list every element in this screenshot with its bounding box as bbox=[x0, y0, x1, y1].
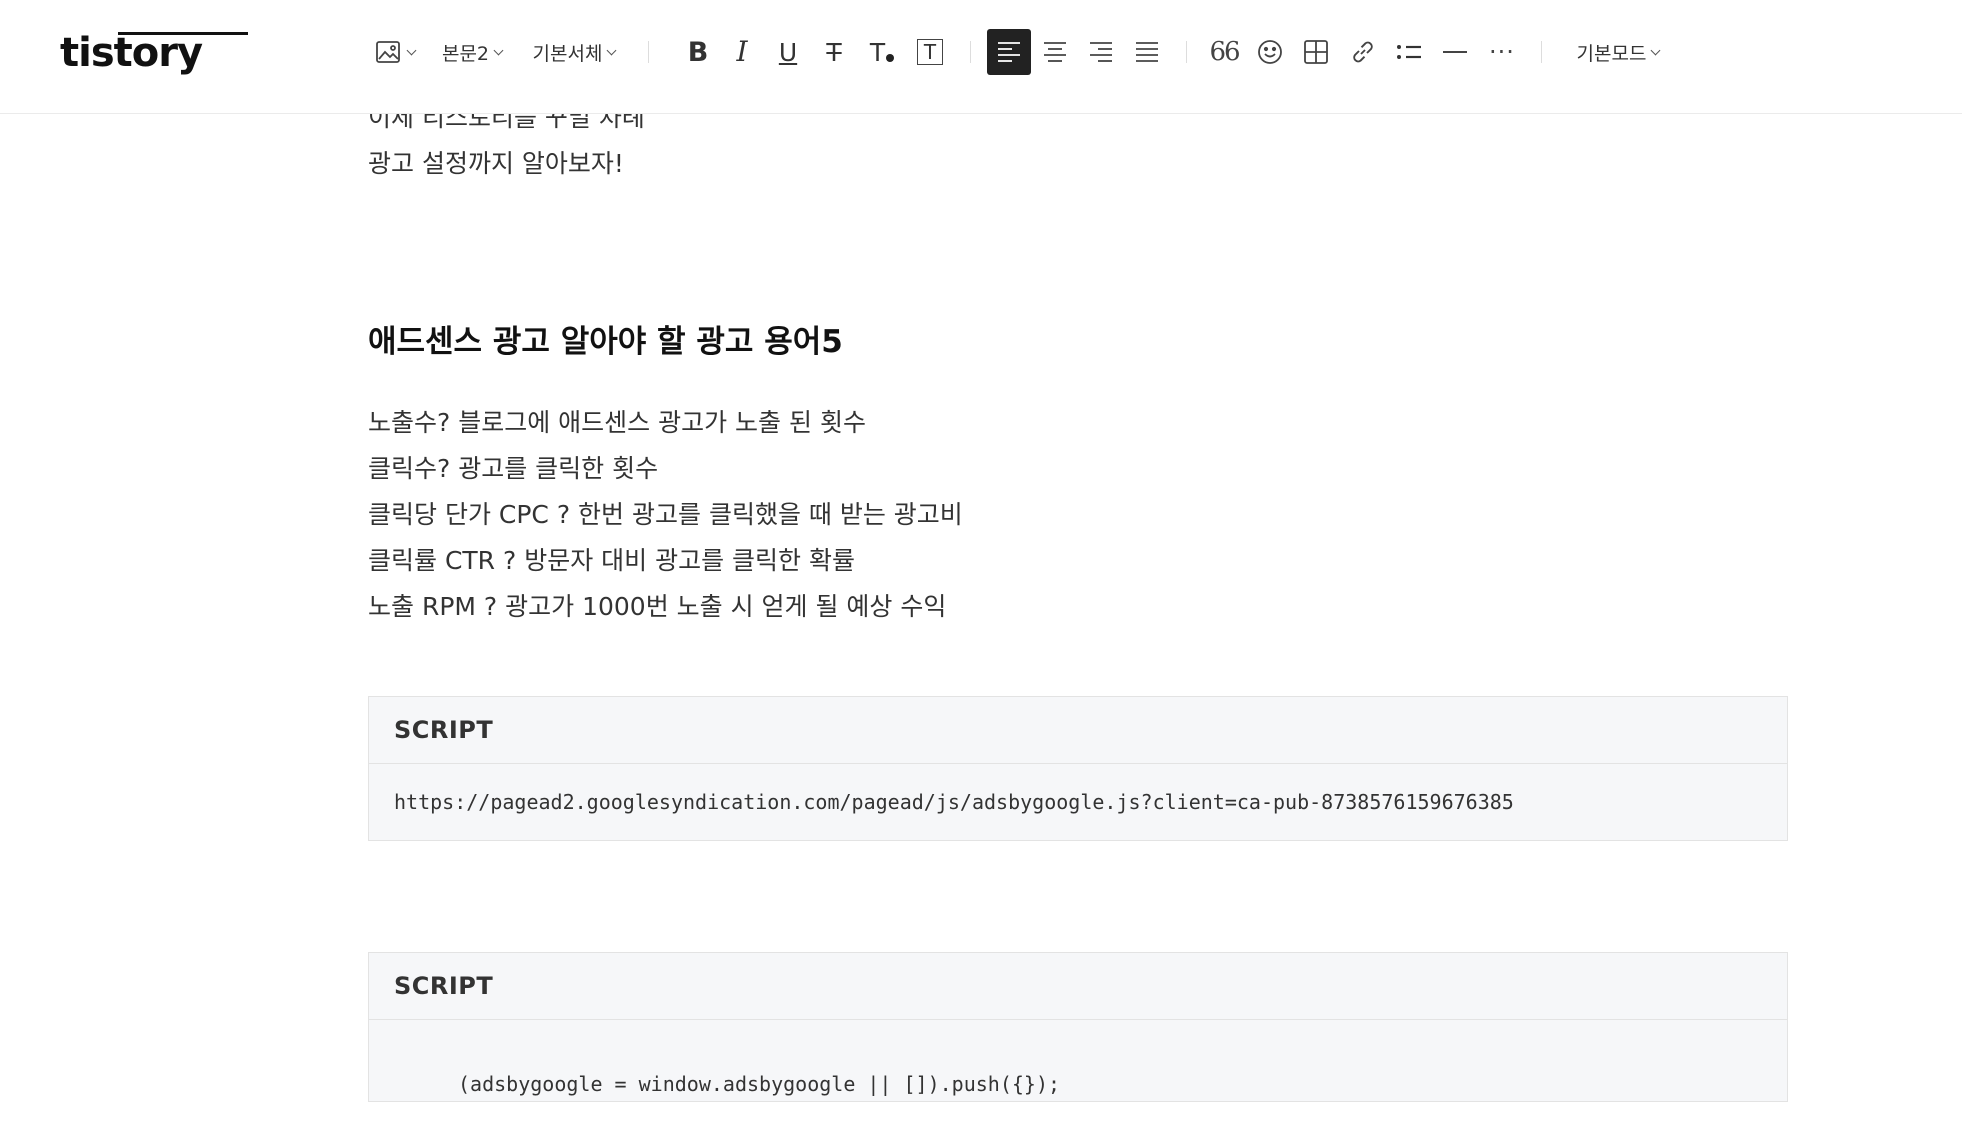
quote-icon: 66 bbox=[1209, 37, 1240, 67]
text-color-button[interactable]: T bbox=[860, 30, 904, 74]
link-button[interactable] bbox=[1341, 30, 1385, 74]
align-left-button[interactable] bbox=[987, 29, 1031, 75]
term-line: 노출 RPM ? 광고가 1000번 노출 시 얻게 될 예상 수익 bbox=[368, 592, 947, 621]
color-dot-icon bbox=[886, 54, 895, 62]
text-color-icon: T bbox=[869, 37, 886, 67]
chevron-down-icon bbox=[406, 45, 416, 55]
terms-paragraph[interactable]: 노출수? 블로그에 애드센스 광고가 노출 된 횟수 클릭수? 광고를 클릭한 … bbox=[368, 400, 963, 630]
strikethrough-button[interactable]: T bbox=[812, 30, 856, 74]
horizontal-rule-icon bbox=[1442, 49, 1468, 55]
more-icon: ··· bbox=[1489, 38, 1515, 66]
bold-button[interactable]: B bbox=[676, 30, 720, 74]
align-right-icon bbox=[1088, 40, 1114, 64]
editor-toolbar: tistory 본문2 기본서체 B I U T T T 66 ··· 기본모드 bbox=[0, 0, 1962, 114]
table-icon bbox=[1303, 39, 1329, 65]
code-block[interactable]: SCRIPT (adsbygoogle = window.adsbygoogle… bbox=[368, 952, 1788, 1102]
smiley-icon bbox=[1256, 38, 1284, 66]
font-family-dropdown[interactable]: 기본서체 bbox=[526, 30, 622, 74]
table-button[interactable] bbox=[1294, 30, 1338, 74]
term-line: 클릭률 CTR ? 방문자 대비 광고를 클릭한 확률 bbox=[368, 546, 855, 575]
paragraph-style-label: 본문2 bbox=[441, 42, 490, 65]
link-icon bbox=[1349, 38, 1377, 66]
list-icon bbox=[1395, 41, 1423, 63]
toolbar-divider bbox=[970, 41, 971, 63]
italic-icon: I bbox=[736, 35, 748, 68]
strikethrough-icon: T bbox=[826, 37, 842, 67]
paragraph-line: 광고 설정까지 알아보자! bbox=[368, 149, 624, 178]
term-line: 클릭당 단가 CPC ? 한번 광고를 클릭했을 때 받는 광고비 bbox=[368, 500, 963, 529]
image-icon bbox=[374, 38, 402, 66]
term-line: 노출수? 블로그에 애드센스 광고가 노출 된 횟수 bbox=[368, 408, 866, 437]
align-justify-icon bbox=[1134, 40, 1160, 64]
term-line: 클릭수? 광고를 클릭한 횟수 bbox=[368, 454, 659, 483]
bullet-list-button[interactable] bbox=[1387, 30, 1431, 74]
underline-icon: U bbox=[778, 37, 798, 67]
code-block[interactable]: SCRIPT https://pagead2.googlesyndication… bbox=[368, 696, 1788, 841]
emoji-button[interactable] bbox=[1248, 30, 1292, 74]
tistory-logo[interactable]: tistory bbox=[60, 28, 249, 78]
toolbar-divider bbox=[1186, 41, 1187, 63]
underline-button[interactable]: U bbox=[766, 30, 810, 74]
toolbar-divider bbox=[1541, 41, 1542, 63]
quote-button[interactable]: 66 bbox=[1202, 30, 1246, 74]
align-left-icon bbox=[996, 40, 1022, 64]
code-block-label: SCRIPT bbox=[369, 953, 1787, 1020]
chevron-down-icon bbox=[493, 45, 504, 55]
font-family-label: 기본서체 bbox=[532, 42, 603, 65]
editor-mode-dropdown[interactable]: 기본모드 bbox=[1570, 30, 1666, 74]
more-button[interactable]: ··· bbox=[1479, 30, 1525, 74]
code-block-content[interactable]: (adsbygoogle = window.adsbygoogle || [])… bbox=[369, 1020, 1787, 1100]
italic-button[interactable]: I bbox=[720, 30, 764, 74]
chevron-down-icon bbox=[1651, 45, 1661, 55]
align-center-button[interactable] bbox=[1033, 30, 1077, 74]
bold-icon: B bbox=[687, 36, 709, 68]
section-heading[interactable]: 애드센스 광고 알아야 할 광고 용어5 bbox=[368, 317, 843, 367]
align-justify-button[interactable] bbox=[1125, 30, 1169, 74]
divider-button[interactable] bbox=[1433, 30, 1477, 74]
editor-mode-label: 기본모드 bbox=[1576, 42, 1647, 65]
chevron-down-icon bbox=[607, 45, 617, 55]
text-background-icon: T bbox=[917, 39, 943, 65]
code-block-content[interactable]: https://pagead2.googlesyndication.com/pa… bbox=[369, 764, 1787, 818]
paragraph-style-dropdown[interactable]: 본문2 bbox=[438, 30, 506, 74]
align-center-icon bbox=[1042, 40, 1068, 64]
align-right-button[interactable] bbox=[1079, 30, 1123, 74]
image-insert-button[interactable] bbox=[370, 30, 418, 74]
code-block-label: SCRIPT bbox=[369, 697, 1787, 764]
toolbar-divider bbox=[648, 41, 649, 63]
text-background-button[interactable]: T bbox=[908, 30, 952, 74]
